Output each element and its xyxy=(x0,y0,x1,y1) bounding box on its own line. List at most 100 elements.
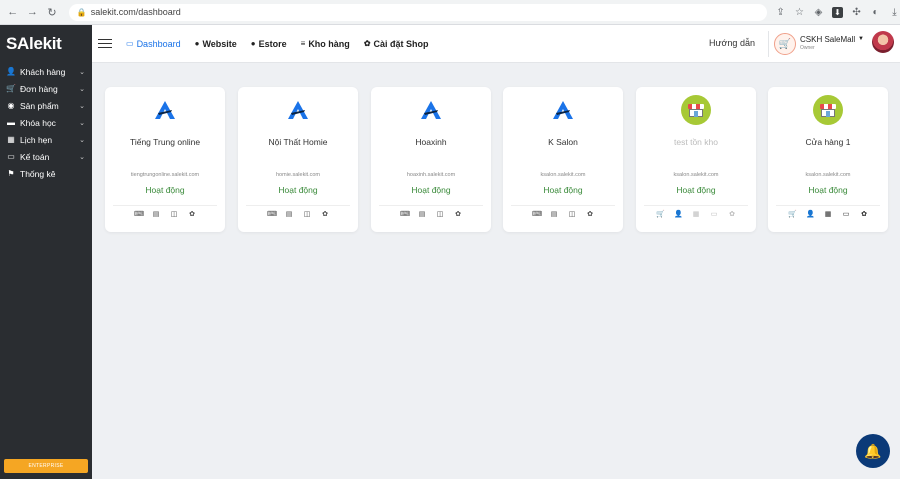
share-icon[interactable]: ⇪ xyxy=(775,7,786,18)
download-icon[interactable]: ⤓ xyxy=(889,7,900,18)
chevron-down-icon[interactable]: ⌄ xyxy=(79,119,85,127)
keyboard-icon[interactable]: ⌨ xyxy=(532,211,542,219)
caret-down-icon[interactable]: ▼ xyxy=(858,36,864,42)
salekit-logo-icon xyxy=(287,99,309,121)
card-icon[interactable]: ▭ xyxy=(710,211,718,219)
chevron-down-icon[interactable]: ⌄ xyxy=(79,153,85,161)
globe-icon: ● xyxy=(250,39,256,48)
app-logo[interactable]: SAlekit xyxy=(0,25,92,63)
card-icon[interactable]: ▭ xyxy=(842,211,850,219)
extension-icon[interactable]: ⬇ xyxy=(832,6,844,18)
card-actions: 🛒 👤 ▦ ▭ ✿ xyxy=(768,211,888,219)
reload-icon[interactable]: ↻ xyxy=(45,5,59,19)
puzzle-icon[interactable]: ✣ xyxy=(851,7,862,18)
cart-icon[interactable]: 🛒 xyxy=(788,211,797,219)
gear-icon[interactable]: ✿ xyxy=(188,211,196,219)
shop-title[interactable]: Nội Thất Homie xyxy=(238,137,358,147)
gear-icon[interactable]: ✿ xyxy=(860,211,868,219)
keyboard-icon[interactable]: ⌨ xyxy=(267,211,277,219)
gear-icon[interactable]: ✿ xyxy=(728,211,736,219)
chevron-down-icon[interactable]: ⌄ xyxy=(79,102,85,110)
shop-title[interactable]: Cửa hàng 1 xyxy=(768,137,888,147)
lock-icon: 🔒 xyxy=(76,7,87,17)
back-icon[interactable]: ← xyxy=(6,5,20,19)
user-icon[interactable]: 👤 xyxy=(674,211,683,219)
account-name[interactable]: CSKH SaleMall xyxy=(800,35,855,44)
gear-icon[interactable]: ✿ xyxy=(586,211,594,219)
shop-card[interactable]: K Salon ksalon.salekit.com Hoạt động ⌨ ▤ ◫ ✿ xyxy=(503,87,623,232)
forward-icon[interactable]: → xyxy=(26,5,40,19)
card-divider xyxy=(246,205,350,206)
address-bar[interactable]: 🔒 salekit.com/dashboard xyxy=(68,3,768,21)
list-icon[interactable]: ▤ xyxy=(152,211,160,219)
shop-domain[interactable]: tiengtrungonline.salekit.com xyxy=(105,172,225,178)
user-icon: 👤 xyxy=(6,67,16,76)
card-actions: ⌨ ▤ ◫ ✿ xyxy=(105,211,225,219)
shop-card[interactable]: Nội Thất Homie homie.salekit.com Hoạt động… xyxy=(238,87,358,232)
chevron-down-icon[interactable]: ⌄ xyxy=(79,68,85,76)
layout-icon[interactable]: ◫ xyxy=(303,211,311,219)
list-icon[interactable]: ▤ xyxy=(285,211,293,219)
chat-bubble-button[interactable]: 🔔 xyxy=(856,434,890,468)
calendar-icon[interactable]: ▦ xyxy=(824,211,832,219)
url-text: salekit.com/dashboard xyxy=(90,7,181,17)
shop-domain[interactable]: hoaxinh.salekit.com xyxy=(371,172,491,178)
sidebar-item-3[interactable]: ▬ Khóa học ⌄ xyxy=(0,114,92,131)
store-icon xyxy=(681,95,711,125)
list-icon[interactable]: ▤ xyxy=(418,211,426,219)
shop-title[interactable]: K Salon xyxy=(503,137,623,147)
shop-card[interactable]: Tiếng Trung online tiengtrungonline.salek… xyxy=(105,87,225,232)
store-icon xyxy=(813,95,843,125)
sidebar-item-6[interactable]: ⚑ Thống kê xyxy=(0,165,92,182)
layout-icon[interactable]: ◫ xyxy=(436,211,444,219)
tab-cài-đặt-shop[interactable]: ✿ Cài đặt Shop xyxy=(364,39,429,49)
tab-website[interactable]: ● Website xyxy=(195,39,237,49)
user-icon[interactable]: 👤 xyxy=(806,211,815,219)
layout-icon[interactable]: ◫ xyxy=(170,211,178,219)
cart-icon: 🛒 xyxy=(6,84,16,93)
sidebar-item-4[interactable]: ▦ Lịch hẹn ⌄ xyxy=(0,131,92,148)
shop-domain[interactable]: homie.salekit.com xyxy=(238,172,358,178)
sidebar-item-5[interactable]: ▭ Kế toán ⌄ xyxy=(0,148,92,165)
user-avatar[interactable] xyxy=(872,31,894,53)
enterprise-button[interactable]: ENTERPRISE xyxy=(4,459,88,473)
shop-card[interactable]: test tồn kho ksalon.salekit.com Hoạt động 🛒… xyxy=(636,87,756,232)
guide-link[interactable]: Hướng dẫn xyxy=(709,38,755,48)
nav-label: Dashboard xyxy=(136,38,181,49)
keyboard-icon[interactable]: ⌨ xyxy=(134,211,144,219)
tab-estore[interactable]: ● Estore xyxy=(251,39,287,49)
top-nav: ▭ Dashboard ● Website ● Estore ≡ Kho hàng ✿ Cài đ… xyxy=(126,39,429,49)
chevron-down-icon[interactable]: ⌄ xyxy=(79,136,85,144)
shop-title[interactable]: Tiếng Trung online xyxy=(105,137,225,147)
layout-icon[interactable]: ◫ xyxy=(568,211,576,219)
list-icon[interactable]: ▤ xyxy=(550,211,558,219)
sidebar-item-label: Sản phẩm xyxy=(20,100,59,111)
calendar-icon[interactable]: ▦ xyxy=(692,211,700,219)
shop-domain[interactable]: ksalon.salekit.com xyxy=(503,172,623,178)
tab-kho-hàng[interactable]: ≡ Kho hàng xyxy=(301,39,350,49)
shop-card[interactable]: Cửa hàng 1 ksalon.salekit.com Hoạt động 🛒 👤 ▦… xyxy=(768,87,888,232)
gear-icon[interactable]: ✿ xyxy=(321,211,329,219)
salekit-logo-icon xyxy=(552,99,574,121)
shop-card[interactable]: Hoaxinh hoaxinh.salekit.com Hoạt động ⌨ ▤ ◫ ✿ xyxy=(371,87,491,232)
gear-icon[interactable]: ✿ xyxy=(454,211,462,219)
hamburger-menu-icon[interactable] xyxy=(98,38,112,49)
star-icon[interactable]: ☆ xyxy=(794,7,805,18)
nav-label: Estore xyxy=(258,38,287,49)
monitor-icon: ▭ xyxy=(126,39,134,48)
profile-icon[interactable]: ◐ xyxy=(870,7,881,18)
keyboard-icon[interactable]: ⌨ xyxy=(400,211,410,219)
chevron-down-icon[interactable]: ⌄ xyxy=(79,85,85,93)
tab-dashboard[interactable]: ▭ Dashboard xyxy=(126,39,181,49)
sidebar-item-2[interactable]: ◉ Sản phẩm ⌄ xyxy=(0,97,92,114)
shop-domain[interactable]: ksalon.salekit.com xyxy=(768,172,888,178)
shop-avatar[interactable]: 🛒 xyxy=(774,33,796,55)
cart-icon[interactable]: 🛒 xyxy=(656,211,665,219)
shield-icon[interactable]: ◈ xyxy=(813,7,824,18)
sidebar-item-0[interactable]: 👤 Khách hàng ⌄ xyxy=(0,63,92,80)
shop-title[interactable]: Hoaxinh xyxy=(371,137,491,147)
shop-title[interactable]: test tồn kho xyxy=(636,137,756,147)
sidebar-item-1[interactable]: 🛒 Đơn hàng ⌄ xyxy=(0,80,92,97)
status-badge: Hoạt động xyxy=(808,185,848,195)
shop-domain[interactable]: ksalon.salekit.com xyxy=(636,172,756,178)
